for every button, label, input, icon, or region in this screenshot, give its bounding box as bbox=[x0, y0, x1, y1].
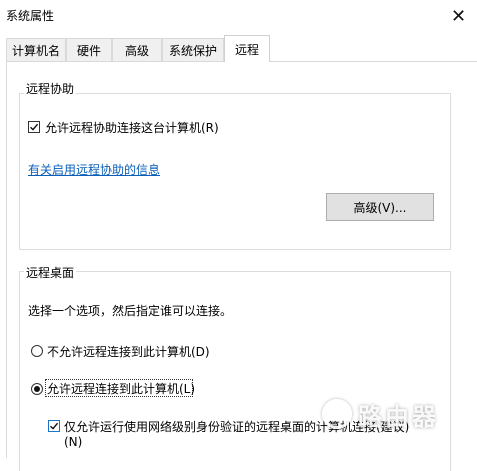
remote-desktop-instruction: 选择一个选项，然后指定谁可以连接。 bbox=[28, 304, 233, 318]
tab-strip: 计算机名 硬件 高级 系统保护 远程 bbox=[6, 35, 477, 62]
radio-selected-dot bbox=[34, 386, 40, 392]
close-icon: ✕ bbox=[450, 5, 467, 27]
watermark: 路由器 bbox=[322, 394, 472, 434]
tab-label: 系统保护 bbox=[168, 43, 217, 58]
allow-remote-label[interactable]: 允许远程连接到此计算机(L) bbox=[47, 380, 195, 397]
nla-only-checkbox[interactable] bbox=[48, 420, 60, 432]
remote-desktop-group bbox=[19, 271, 451, 471]
disallow-remote-radio[interactable] bbox=[31, 345, 43, 357]
title-bar: 系统属性 ✕ bbox=[0, 0, 477, 32]
tab-label: 硬件 bbox=[76, 43, 101, 58]
tab-computer-name[interactable]: 计算机名 bbox=[6, 38, 66, 61]
tab-remote[interactable]: 远程 bbox=[224, 35, 270, 62]
watermark-text: 路由器 bbox=[358, 402, 439, 431]
remote-desktop-group-label: 远程桌面 bbox=[24, 264, 77, 281]
router-logo-icon bbox=[322, 399, 352, 429]
allow-remote-assistance-checkbox[interactable] bbox=[28, 121, 40, 133]
disallow-remote-label[interactable]: 不允许远程连接到此计算机(D) bbox=[47, 343, 210, 360]
tab-advanced[interactable]: 高级 bbox=[112, 38, 162, 61]
tab-label: 计算机名 bbox=[11, 43, 60, 58]
close-button[interactable]: ✕ bbox=[440, 0, 477, 32]
checkmark-icon bbox=[30, 123, 39, 131]
checkmark-icon bbox=[50, 422, 59, 430]
allow-remote-assistance-label[interactable]: 允许远程协助连接这台计算机(R) bbox=[45, 119, 219, 136]
nla-only-label-accel[interactable]: (N) bbox=[64, 435, 82, 449]
advanced-button-label: 高级(V)... bbox=[353, 200, 407, 215]
remote-assistance-advanced-button[interactable]: 高级(V)... bbox=[326, 193, 434, 221]
tab-label: 高级 bbox=[124, 43, 149, 58]
window-title: 系统属性 bbox=[6, 9, 55, 23]
remote-assistance-info-link[interactable]: 有关启用远程协助的信息 bbox=[28, 161, 160, 178]
tab-system-protection[interactable]: 系统保护 bbox=[162, 38, 224, 61]
remote-assistance-group-label: 远程协助 bbox=[24, 80, 77, 97]
allow-remote-radio[interactable] bbox=[31, 383, 43, 395]
tab-label: 远程 bbox=[234, 42, 259, 57]
tab-hardware[interactable]: 硬件 bbox=[66, 38, 112, 61]
